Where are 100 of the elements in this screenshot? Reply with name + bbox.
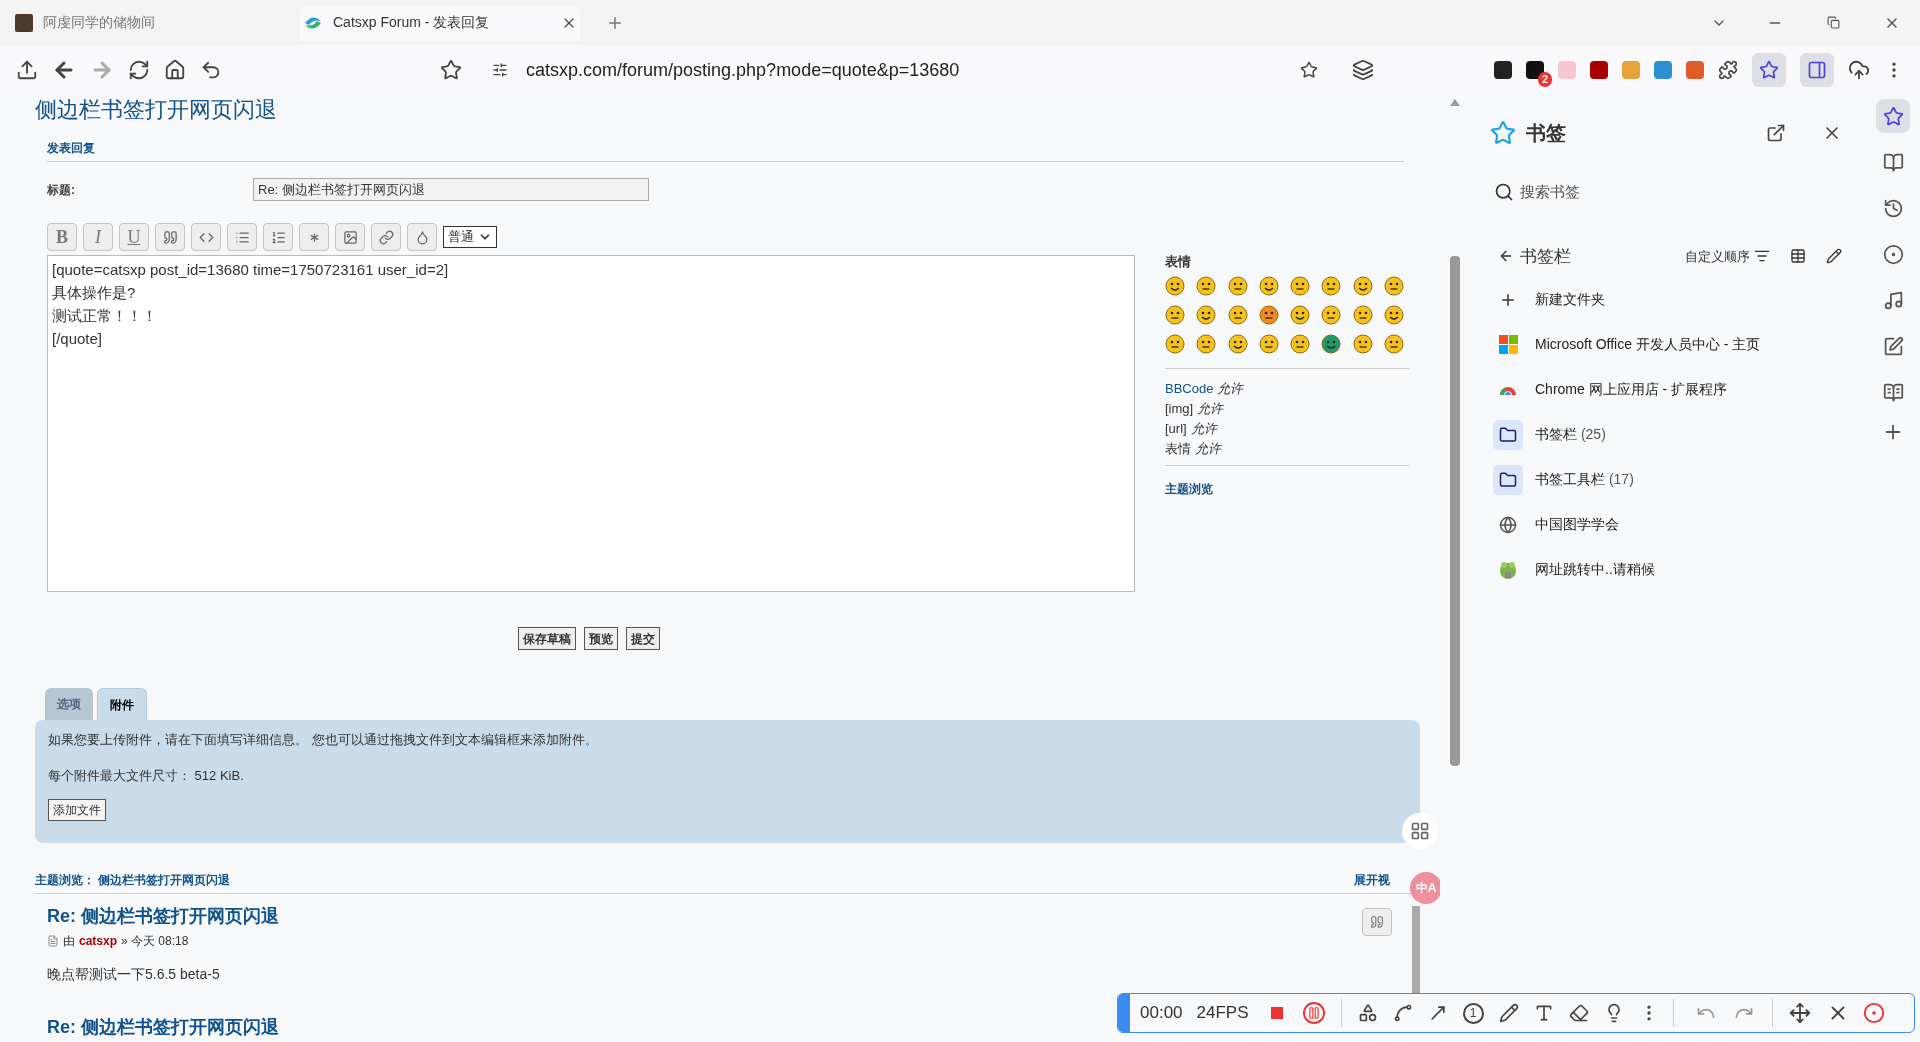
expand-view-link[interactable]: 展开视: [1354, 871, 1390, 889]
eraser-icon[interactable]: [1568, 1003, 1589, 1023]
star-icon[interactable]: [1300, 61, 1318, 79]
add-file-button[interactable]: 添加文件: [48, 799, 106, 821]
smiley-icon[interactable]: [1352, 304, 1373, 325]
bookmarks-button[interactable]: [1752, 53, 1786, 87]
smiley-icon[interactable]: [1258, 304, 1279, 325]
smiley-icon[interactable]: [1321, 333, 1342, 354]
post-author[interactable]: catsxp: [79, 932, 118, 950]
record-icon[interactable]: [1862, 1002, 1885, 1024]
cloud-upload-icon[interactable]: [1848, 59, 1870, 81]
smiley-icon[interactable]: [1227, 333, 1248, 354]
toolbar-button[interactable]: [299, 223, 329, 251]
panel-tab[interactable]: 附件: [97, 688, 147, 720]
post-title[interactable]: Re: 侧边栏书签打开网页闪退: [47, 1015, 279, 1039]
toolbar-button[interactable]: [263, 223, 293, 251]
reload-icon[interactable]: [128, 59, 150, 81]
sidebar-button[interactable]: [1800, 53, 1834, 87]
smiley-icon[interactable]: [1352, 275, 1373, 296]
toolbar-button[interactable]: [155, 223, 185, 251]
smiley-icon[interactable]: [1290, 304, 1310, 325]
form-button[interactable]: 保存草稿: [518, 627, 576, 650]
browser-tab[interactable]: 阿虔同学的储物间: [12, 4, 292, 41]
address-bar[interactable]: catsxp.com/forum/posting.php?mode=quote&p=13680: [526, 56, 1286, 84]
bookmark-search-field[interactable]: 搜索书签: [1494, 181, 1842, 204]
bookmark-item[interactable]: Microsoft Office 开发人员中心 - 主页: [1493, 322, 1842, 367]
smiley-icon[interactable]: [1165, 275, 1185, 296]
page-scrollbar[interactable]: [1450, 256, 1460, 766]
extension-icon[interactable]: [1590, 61, 1608, 79]
extensions-icon[interactable]: [1718, 60, 1738, 80]
subject-label: 标题:: [47, 181, 76, 199]
format-button[interactable]: I: [83, 223, 113, 251]
external-link-icon[interactable]: [1766, 123, 1786, 143]
drag-handle[interactable]: [1118, 994, 1130, 1032]
smiley-icon[interactable]: [1196, 304, 1217, 325]
format-button[interactable]: B: [47, 223, 77, 251]
smiley-icon[interactable]: [1227, 304, 1248, 325]
smiley-icon[interactable]: [1383, 333, 1404, 354]
review-title[interactable]: 主题浏览： 侧边栏书签打开网页闪退: [35, 871, 231, 889]
form-button[interactable]: 提交: [626, 627, 660, 650]
smiley-icon[interactable]: [1321, 304, 1342, 325]
smiley-icon[interactable]: [1352, 333, 1373, 354]
step-number-tool[interactable]: 1: [1462, 1002, 1484, 1024]
pencil-icon[interactable]: [1498, 1003, 1519, 1023]
format-button[interactable]: U: [119, 223, 149, 251]
bookmark-item[interactable]: 书签工具栏 (17): [1493, 457, 1842, 502]
bookmark-item[interactable]: 中国图学学会: [1493, 502, 1842, 547]
bookmark-item[interactable]: 书签栏 (25): [1493, 412, 1842, 457]
topic-review-link[interactable]: 主题浏览: [1165, 481, 1213, 496]
extension-icon[interactable]: [1526, 61, 1544, 79]
smiley-icon[interactable]: [1165, 333, 1185, 354]
polyline-icon[interactable]: [1392, 1003, 1413, 1023]
undo-icon[interactable]: [200, 59, 222, 81]
recording-time: 00:00: [1140, 1002, 1183, 1025]
bbcode-link[interactable]: BBCode: [1165, 378, 1214, 399]
bookmark-star-icon[interactable]: [440, 59, 462, 81]
toolbar-button[interactable]: [371, 223, 401, 251]
site-info-icon[interactable]: [492, 62, 508, 78]
scrollbar[interactable]: [1412, 906, 1420, 994]
edit-icon[interactable]: [1826, 248, 1842, 265]
shapes-icon[interactable]: [1357, 1003, 1378, 1023]
smiley-icon[interactable]: [1383, 275, 1404, 296]
form-button[interactable]: 预览: [584, 627, 618, 650]
pause-icon[interactable]: [1302, 1002, 1325, 1024]
post-title[interactable]: Re: 侧边栏书签打开网页闪退: [47, 904, 279, 928]
smiley-icon[interactable]: [1258, 333, 1279, 354]
stop-icon[interactable]: [1270, 1007, 1283, 1019]
scroll-up-icon[interactable]: [1450, 99, 1460, 106]
bookmark-item[interactable]: Chrome 网上应用店 - 扩展程序: [1493, 367, 1842, 412]
smiley-icon[interactable]: [1196, 275, 1217, 296]
bookmark-item[interactable]: 网址跳转中..请稍候: [1493, 547, 1842, 592]
message-field[interactable]: [quote=catsxp post_id=13680 time=1750723161 user_id=2] 具体操作是? 测试正常！！！ [/quote]: [47, 255, 1135, 592]
layers-icon[interactable]: [1352, 59, 1374, 81]
toolbar-button[interactable]: [191, 223, 221, 251]
sidebar-rail-button[interactable]: [1876, 99, 1910, 133]
toolbar-button[interactable]: [407, 223, 437, 251]
smiley-icon[interactable]: [1290, 333, 1310, 354]
subject-field[interactable]: Re: 侧边栏书签打开网页闪退: [253, 178, 649, 201]
smiley-icon[interactable]: [1165, 304, 1185, 325]
smiley-icon[interactable]: [1258, 275, 1279, 296]
toolbar-button[interactable]: [335, 223, 365, 251]
restore-icon[interactable]: [1827, 16, 1840, 29]
smiley-icon[interactable]: [1196, 333, 1217, 354]
smiley-icon[interactable]: [1227, 275, 1248, 296]
sort-label[interactable]: 自定义顺序: [1685, 246, 1750, 266]
browser-tab[interactable]: Catsxp Forum - 发表回复: [300, 4, 580, 41]
smiley-icon[interactable]: [1290, 275, 1310, 296]
move-icon[interactable]: [1788, 1002, 1811, 1024]
smiley-icon[interactable]: [1321, 275, 1342, 296]
table-view-icon[interactable]: [1790, 248, 1806, 265]
font-size-select[interactable]: 普通: [443, 226, 497, 248]
bookmark-item[interactable]: 新建文件夹: [1493, 277, 1842, 322]
quote-button[interactable]: [1362, 908, 1392, 936]
upload-icon[interactable]: [16, 59, 38, 81]
toolbar-button[interactable]: [227, 223, 257, 251]
smiley-icon[interactable]: [1383, 304, 1404, 325]
extension-icon[interactable]: [1494, 61, 1512, 79]
apps-button[interactable]: [1402, 813, 1438, 849]
panel-tab[interactable]: 选项: [45, 688, 93, 720]
home-icon[interactable]: [164, 59, 186, 81]
